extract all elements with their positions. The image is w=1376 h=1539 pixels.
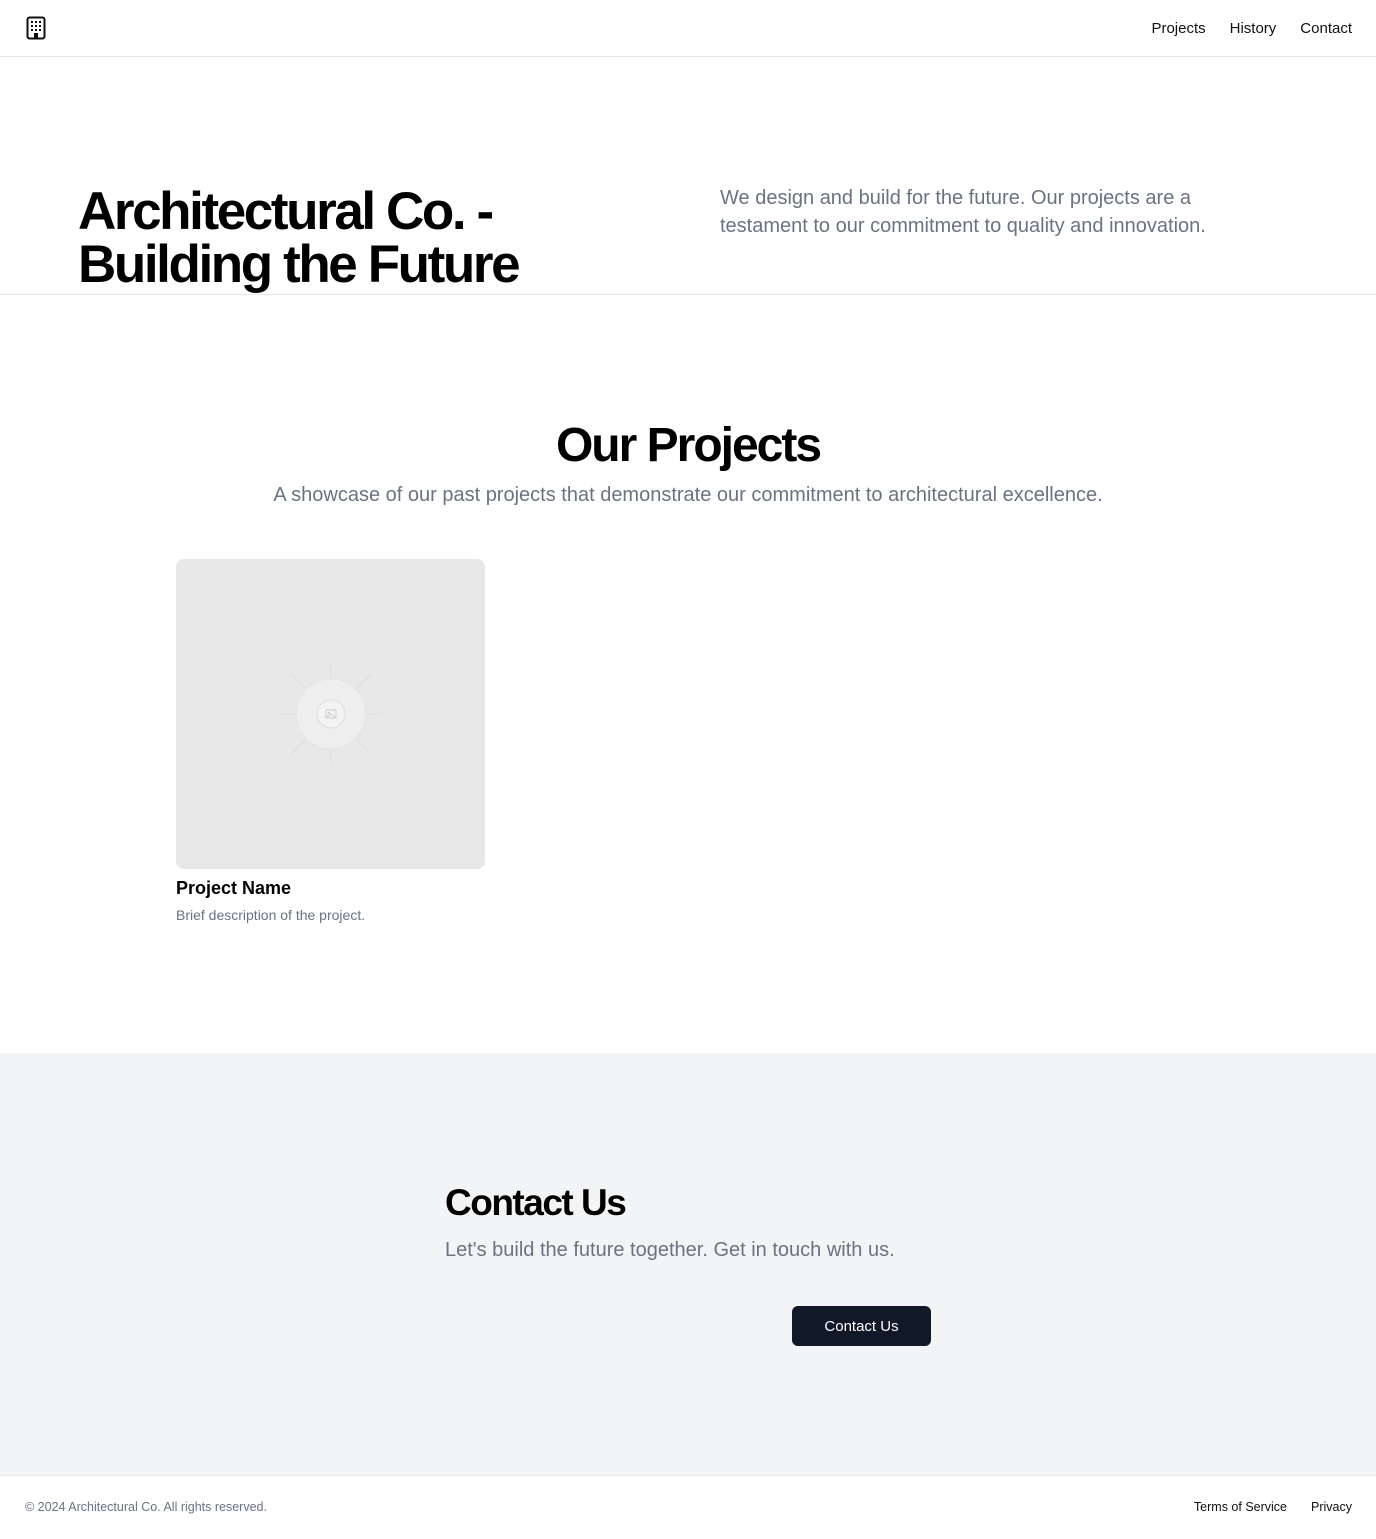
site-header: Projects History Contact bbox=[0, 0, 1376, 57]
contact-title: Contact Us bbox=[445, 1182, 627, 1223]
project-image bbox=[176, 559, 485, 869]
contact-section: Contact Us Let's build the future togeth… bbox=[0, 1053, 1376, 1475]
contact-us-button[interactable]: Contact Us bbox=[792, 1306, 931, 1346]
hero-section: Architectural Co. - Building the Future … bbox=[0, 57, 1376, 295]
nav-link-contact[interactable]: Contact bbox=[1300, 20, 1352, 37]
projects-subtitle: A showcase of our past projects that dem… bbox=[273, 484, 1103, 506]
footer-link-terms[interactable]: Terms of Service bbox=[1194, 1499, 1287, 1515]
footer-link-privacy[interactable]: Privacy bbox=[1311, 1499, 1352, 1515]
building-icon bbox=[26, 16, 46, 40]
project-name: Project Name bbox=[176, 878, 292, 898]
copyright-text: © 2024 Architectural Co. All rights rese… bbox=[25, 1500, 267, 1514]
hero-title: Architectural Co. - Building the Future bbox=[78, 182, 521, 294]
projects-title: Our Projects bbox=[555, 419, 822, 472]
project-card[interactable]: Project Name Brief description of the pr… bbox=[176, 559, 485, 924]
image-placeholder-icon bbox=[281, 664, 381, 764]
main-nav: Projects History Contact bbox=[1151, 0, 1352, 56]
nav-link-projects[interactable]: Projects bbox=[1151, 20, 1205, 37]
footer-nav: Terms of Service Privacy bbox=[1194, 1499, 1352, 1515]
contact-subtitle: Let's build the future together. Get in … bbox=[445, 1239, 895, 1261]
hero-description: We design and build for the future. Our … bbox=[720, 187, 1206, 237]
nav-link-history[interactable]: History bbox=[1230, 20, 1277, 37]
project-description: Brief description of the project. bbox=[176, 907, 366, 923]
site-footer: © 2024 Architectural Co. All rights rese… bbox=[0, 1475, 1376, 1539]
